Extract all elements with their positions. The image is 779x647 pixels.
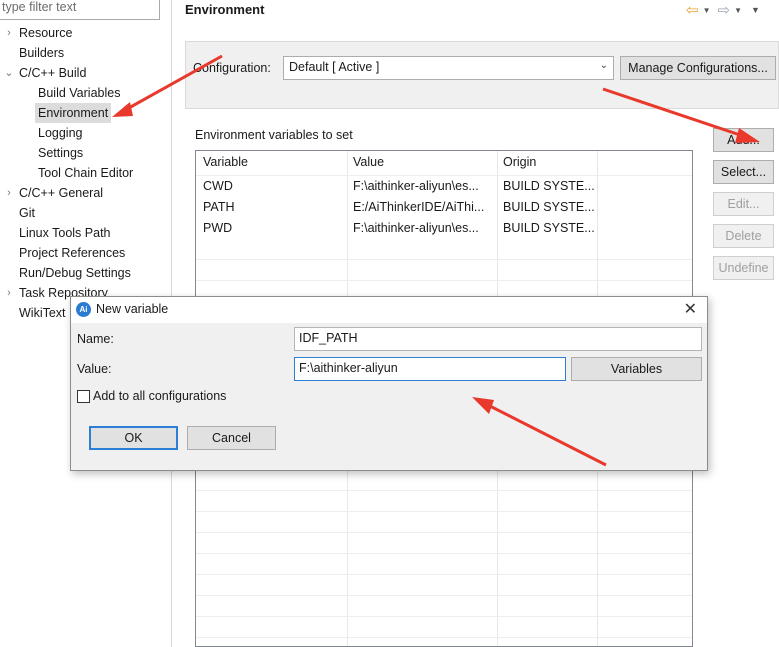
collapse-icon[interactable]: ⌄: [3, 63, 15, 83]
cell-value[interactable]: E:/AiThinkerIDE/AiThi...: [353, 200, 493, 214]
edit-button[interactable]: Edit...: [713, 192, 774, 216]
tree-item-settings[interactable]: Settings: [38, 143, 83, 163]
dialog-title: New variable: [96, 302, 169, 316]
undefine-button[interactable]: Undefine: [713, 256, 774, 280]
add-to-all-configurations-label[interactable]: Add to all configurations: [93, 389, 226, 403]
env-vars-label: Environment variables to set: [195, 128, 353, 142]
variables-button[interactable]: Variables: [571, 357, 702, 381]
history-nav: ⇦ ▼ ⇨ ▼ ▼: [686, 1, 765, 19]
configuration-select[interactable]: Default [ Active ] ⌄: [283, 56, 614, 80]
cell-variable[interactable]: PATH: [203, 200, 234, 214]
tree-item-logging[interactable]: Logging: [38, 123, 83, 143]
tree-item-label: Resource: [19, 26, 73, 40]
row-divider: [196, 553, 692, 554]
forward-arrow-icon[interactable]: ⇨: [718, 1, 731, 19]
cell-value[interactable]: F:\aithinker-aliyun\es...: [353, 179, 493, 193]
configuration-value: Default [ Active ]: [289, 60, 380, 74]
row-divider: [196, 490, 692, 491]
cancel-button[interactable]: Cancel: [187, 426, 276, 450]
row-divider: [196, 616, 692, 617]
tree-item-build-variables[interactable]: Build Variables: [38, 83, 120, 103]
tree-item-tool-chain-editor[interactable]: Tool Chain Editor: [38, 163, 133, 183]
forward-dropdown-icon[interactable]: ▼: [734, 6, 742, 15]
cell-variable[interactable]: PWD: [203, 221, 232, 235]
add-to-all-configurations-checkbox[interactable]: [77, 390, 90, 403]
view-menu-icon[interactable]: ▼: [751, 5, 760, 15]
value-field[interactable]: F:\aithinker-aliyun: [294, 357, 566, 381]
configuration-label: Configuration:: [193, 61, 271, 75]
tree-item-project-references[interactable]: Project References: [19, 243, 125, 263]
cell-origin[interactable]: BUILD SYSTE...: [503, 221, 595, 235]
delete-button[interactable]: Delete: [713, 224, 774, 248]
tree-item-builders[interactable]: Builders: [19, 43, 64, 63]
tree-item-linux-tools-path[interactable]: Linux Tools Path: [19, 223, 111, 243]
expand-icon[interactable]: ›: [3, 23, 15, 43]
row-divider: [196, 637, 692, 638]
name-field[interactable]: IDF_PATH: [294, 327, 702, 351]
tree-item-run-debug-settings[interactable]: Run/Debug Settings: [19, 263, 131, 283]
row-divider: [196, 280, 692, 281]
cell-origin[interactable]: BUILD SYSTE...: [503, 179, 595, 193]
back-dropdown-icon[interactable]: ▼: [703, 6, 711, 15]
expand-icon[interactable]: ›: [3, 283, 15, 303]
row-divider: [196, 532, 692, 533]
add-button[interactable]: Add...: [713, 128, 774, 152]
app-logo-icon: Ai: [76, 302, 91, 317]
column-header-variable[interactable]: Variable: [203, 155, 248, 169]
page-title: Environment: [185, 2, 265, 17]
chevron-down-icon: ⌄: [599, 60, 608, 71]
manage-configurations-button[interactable]: Manage Configurations...: [620, 56, 776, 80]
back-arrow-icon[interactable]: ⇦: [686, 1, 699, 19]
tree-item-label: C/C++ General: [19, 186, 104, 200]
row-divider: [196, 574, 692, 575]
name-label: Name:: [77, 332, 114, 346]
row-divider: [196, 259, 692, 260]
cell-origin[interactable]: BUILD SYSTE...: [503, 200, 595, 214]
column-header-origin[interactable]: Origin: [503, 155, 536, 169]
row-divider: [196, 511, 692, 512]
tree-item-environment[interactable]: Environment: [35, 103, 112, 123]
column-header-value[interactable]: Value: [353, 155, 384, 169]
cell-variable[interactable]: CWD: [203, 179, 233, 193]
select-button[interactable]: Select...: [713, 160, 774, 184]
dialog-titlebar[interactable]: Ai New variable ✕: [71, 297, 707, 323]
expand-icon[interactable]: ›: [3, 183, 15, 203]
tree-item-git[interactable]: Git: [19, 203, 35, 223]
value-label: Value:: [77, 362, 112, 376]
new-variable-dialog: Ai New variable ✕ Name: IDF_PATH Value: …: [70, 296, 708, 471]
tree-item-wikitext[interactable]: WikiText: [19, 303, 66, 323]
tree-item-label: C/C++ Build: [19, 66, 87, 80]
row-divider: [196, 175, 692, 176]
row-divider: [196, 595, 692, 596]
close-icon[interactable]: ✕: [684, 299, 697, 319]
cell-value[interactable]: F:\aithinker-aliyun\es...: [353, 221, 493, 235]
filter-input[interactable]: type filter text: [0, 0, 160, 20]
ok-button[interactable]: OK: [89, 426, 178, 450]
